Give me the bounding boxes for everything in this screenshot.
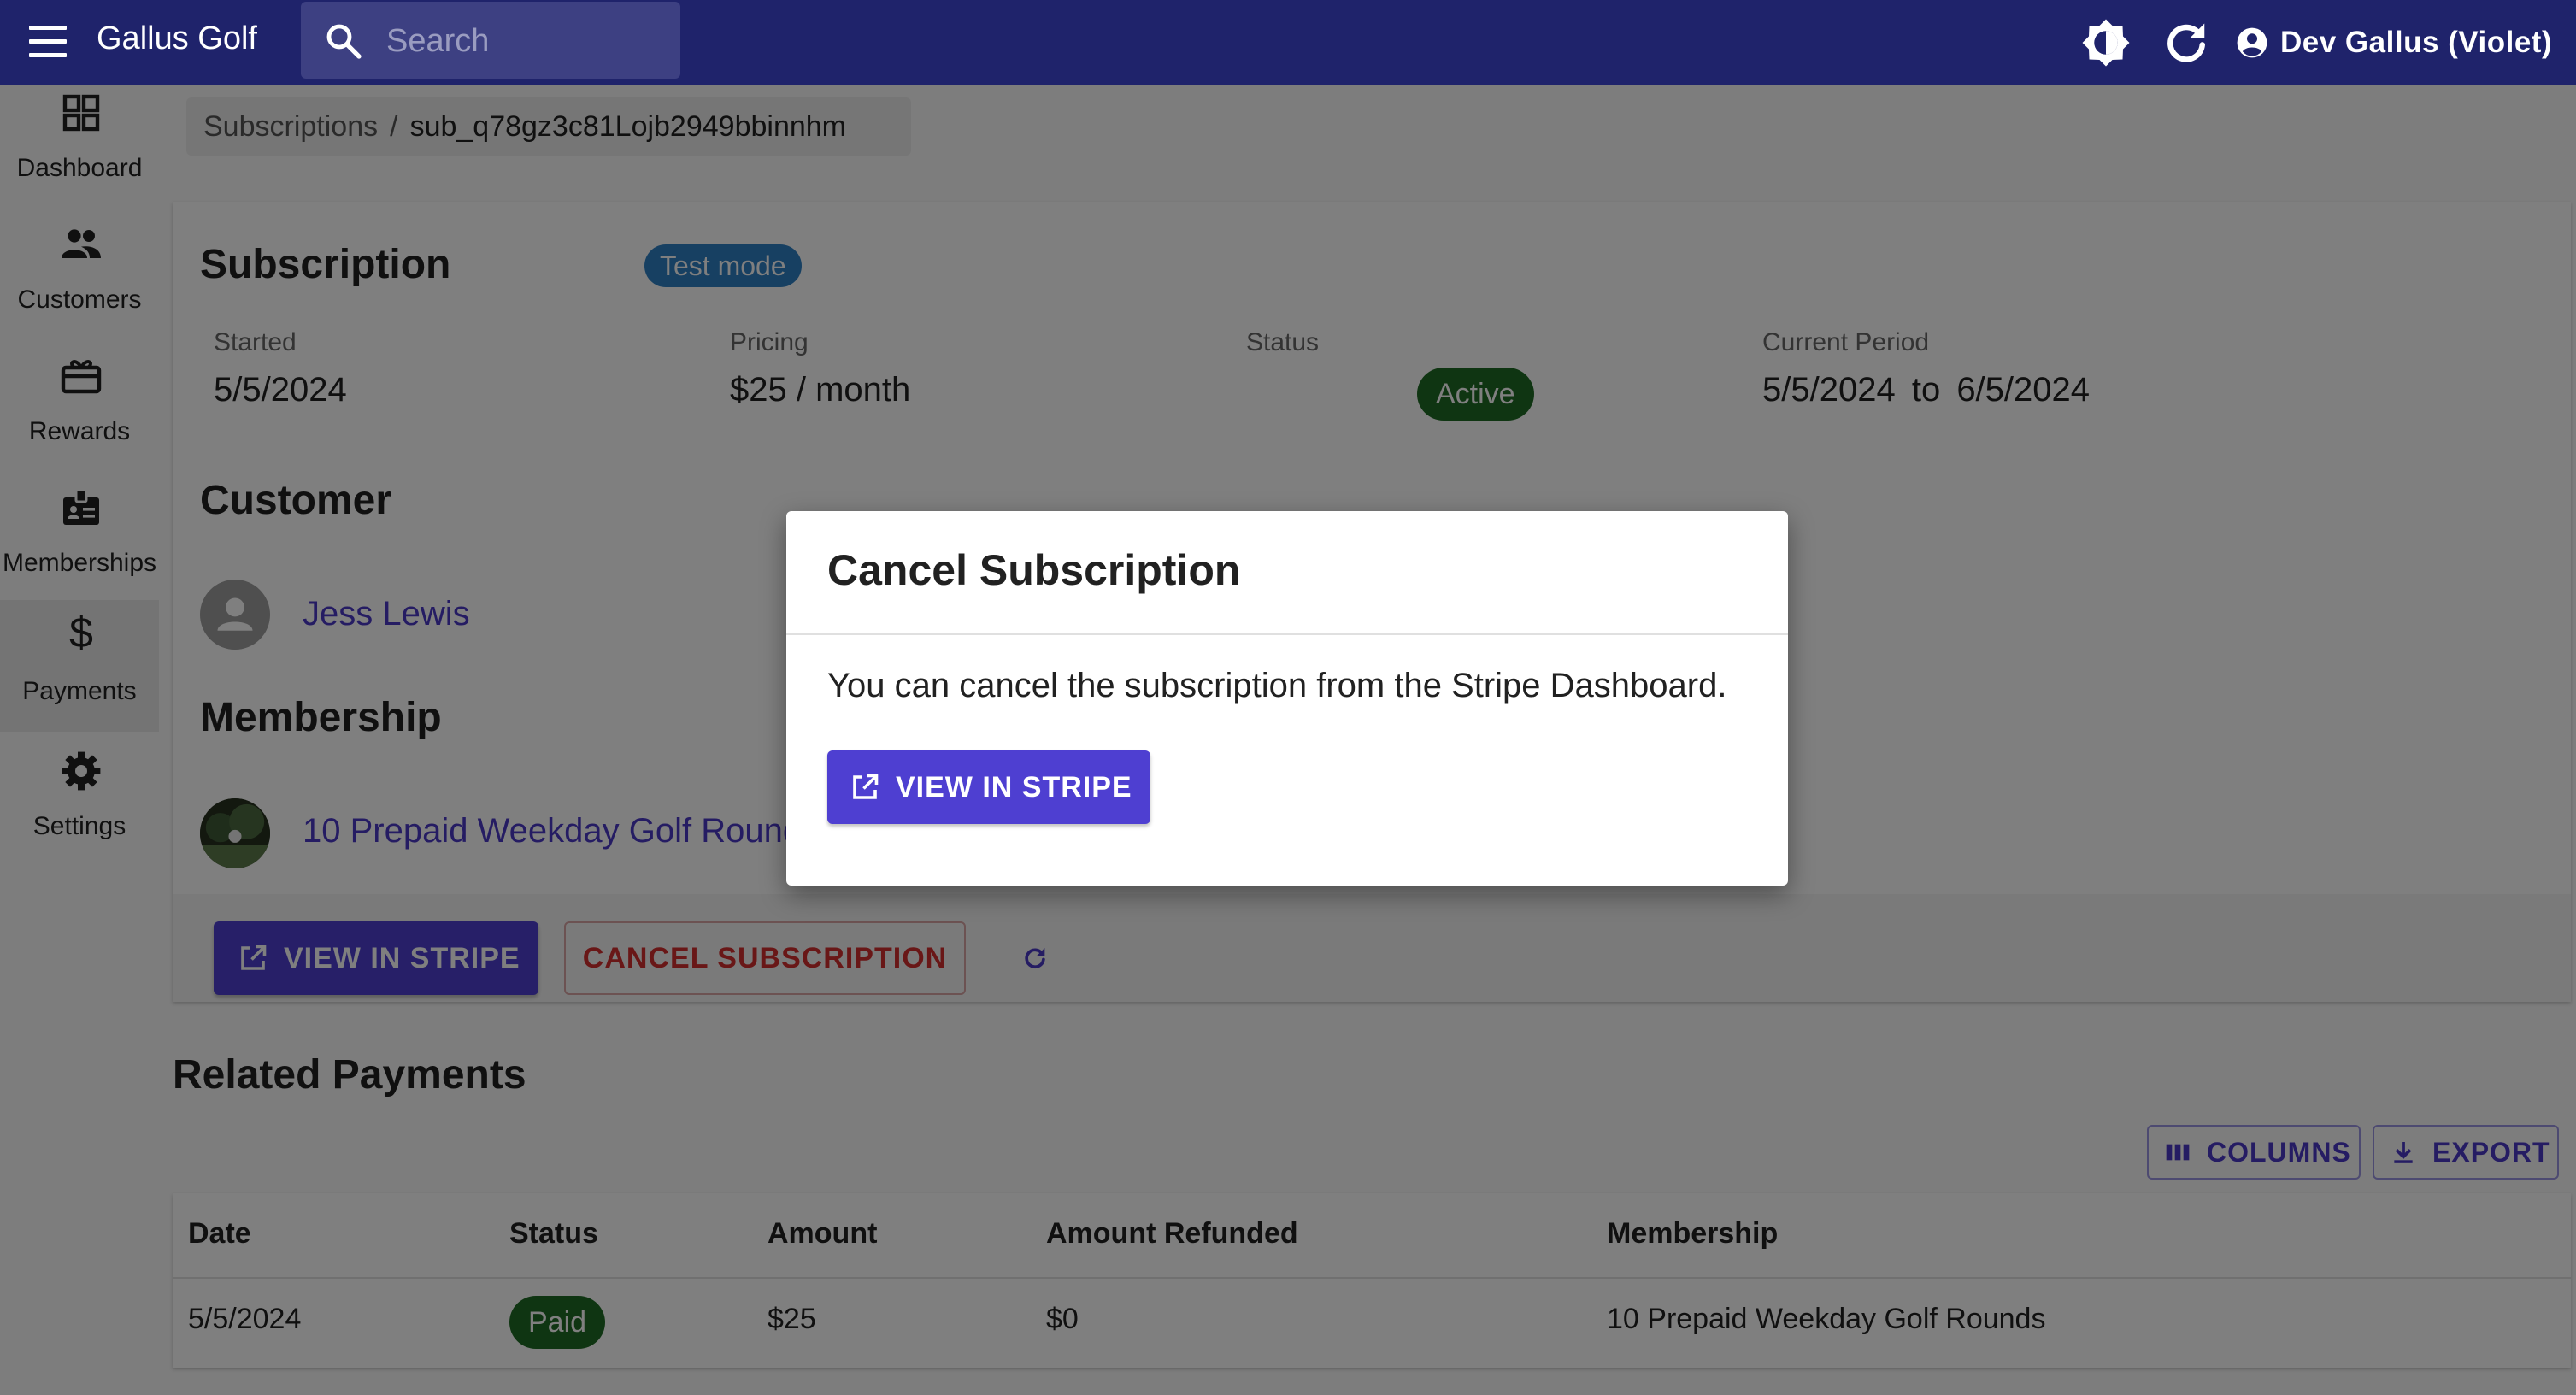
cancel-subscription-dialog: Cancel Subscription You can cancel the s… [786, 511, 1788, 886]
dialog-divider [786, 633, 1788, 635]
brightness-icon[interactable] [2080, 17, 2132, 68]
account-circle-icon [2237, 27, 2267, 58]
dialog-title: Cancel Subscription [827, 546, 1241, 594]
search-input[interactable] [386, 19, 660, 63]
dialog-view-in-stripe-label: VIEW IN STRIPE [896, 770, 1132, 803]
search-icon [326, 24, 362, 59]
search-box[interactable] [301, 2, 680, 79]
user-name: Dev Gallus (Violet) [2280, 26, 2553, 59]
app-title[interactable]: Gallus Golf [97, 21, 257, 57]
app-bar: Gallus Golf Dev Gallus (Violet) [0, 0, 2576, 85]
dialog-view-in-stripe-button[interactable]: VIEW IN STRIPE [827, 750, 1150, 824]
menu-icon[interactable] [24, 22, 72, 63]
user-menu[interactable]: Dev Gallus (Violet) [2236, 19, 2552, 67]
dialog-message: You can cancel the subscription from the… [827, 667, 1727, 704]
refresh-icon[interactable] [2161, 17, 2212, 68]
open-in-new-icon [853, 774, 879, 799]
